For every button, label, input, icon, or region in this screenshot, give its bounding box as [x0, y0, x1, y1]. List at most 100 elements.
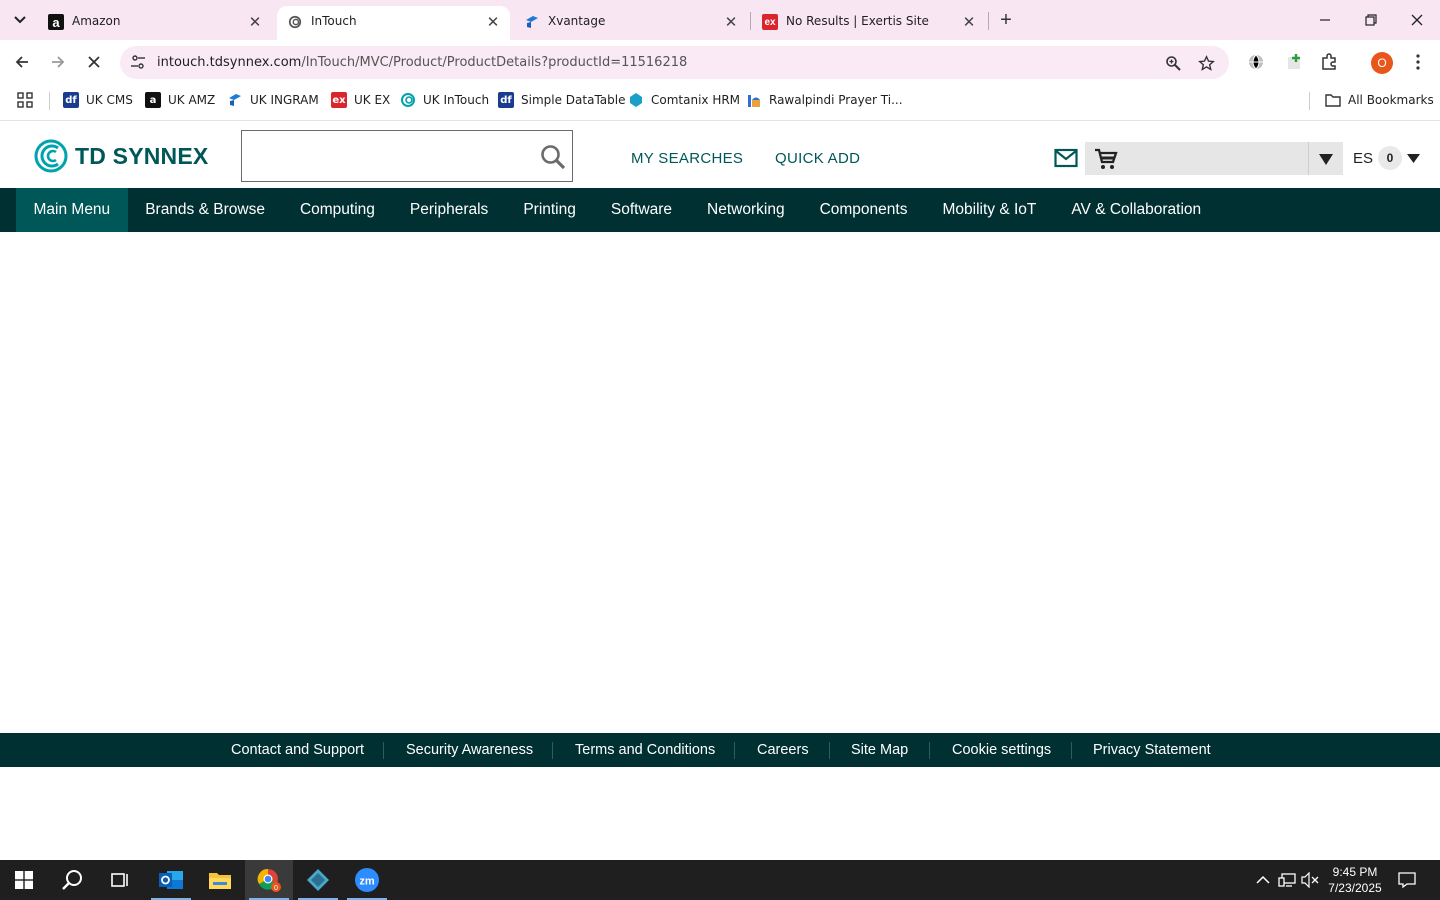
bookmark-uk-amz[interactable]: a UK AMZ [145, 91, 215, 109]
footer-site-map[interactable]: Site Map [851, 742, 908, 758]
restore-button[interactable] [1359, 8, 1383, 32]
tab-xvantage[interactable]: Xvantage ✕ [514, 6, 748, 40]
nav-networking[interactable]: Networking [690, 188, 803, 232]
tab-exertis[interactable]: ex No Results | Exertis Site ✕ [752, 6, 986, 40]
minimize-button[interactable] [1313, 8, 1337, 32]
bookmark-comtanix-hrm[interactable]: Comtanix HRM [628, 91, 740, 109]
apps-grid-icon[interactable] [17, 91, 33, 109]
all-bookmarks-folder[interactable]: All Bookmarks [1325, 91, 1434, 109]
volume-muted-icon[interactable] [1300, 870, 1320, 890]
site-footer: Contact and Support Security Awareness T… [0, 733, 1440, 767]
footer-careers[interactable]: Careers [757, 742, 809, 758]
translate-globe-icon[interactable] [1244, 50, 1268, 74]
exertis-icon: ex [762, 14, 778, 30]
start-button[interactable] [0, 860, 48, 900]
show-hidden-icons[interactable] [1253, 870, 1273, 890]
footer-separator [383, 742, 384, 759]
task-view-button[interactable] [96, 860, 144, 900]
new-tab-button[interactable]: + [995, 9, 1017, 31]
nav-computing[interactable]: Computing [282, 188, 392, 232]
taskbar-file-explorer[interactable] [196, 860, 244, 900]
close-icon [1411, 14, 1423, 26]
more-menu-icon[interactable] [1406, 50, 1430, 74]
profile-avatar[interactable]: O [1371, 52, 1393, 74]
bookmark-star-icon[interactable] [1194, 51, 1218, 75]
xvantage-icon [524, 14, 540, 30]
url-path: /InTouch/MVC/Product/ProductDetails?prod… [301, 55, 688, 70]
footer-cookie-settings[interactable]: Cookie settings [952, 742, 1051, 758]
taskbar-zoom[interactable]: zm [343, 860, 391, 900]
footer-contact-support[interactable]: Contact and Support [231, 742, 364, 758]
search-icon[interactable] [540, 144, 566, 170]
footer-security-awareness[interactable]: Security Awareness [406, 742, 533, 758]
mail-icon[interactable] [1054, 148, 1078, 168]
df-icon: df [63, 92, 79, 108]
nav-components[interactable]: Components [802, 188, 925, 232]
notification-count-badge[interactable]: 0 [1378, 146, 1402, 170]
taskbar-search-button[interactable] [48, 860, 96, 900]
quick-add-link[interactable]: QUICK ADD [775, 150, 860, 167]
user-initials[interactable]: ES [1353, 150, 1373, 167]
close-tab-icon[interactable]: ✕ [246, 13, 264, 31]
td-synnex-logo[interactable]: TD SYNNEX [34, 139, 208, 173]
tab-amazon[interactable]: a Amazon ✕ [38, 6, 272, 40]
footer-privacy-statement[interactable]: Privacy Statement [1093, 742, 1211, 758]
bookmark-uk-intouch[interactable]: UK InTouch [400, 91, 489, 109]
page-content-area [0, 232, 1440, 733]
comtanix-icon [628, 92, 644, 108]
stop-loading-button[interactable] [81, 49, 107, 75]
bookmarks-bar: df UK CMS a UK AMZ UK INGRAM ex UK EX UK In… [0, 84, 1440, 116]
footer-terms-conditions[interactable]: Terms and Conditions [575, 742, 715, 758]
nav-mobility-iot[interactable]: Mobility & IoT [925, 188, 1054, 232]
bookmark-uk-ex[interactable]: ex UK EX [331, 91, 390, 109]
clock-time: 9:45 PM [1332, 865, 1378, 879]
taskbar-app[interactable] [294, 860, 342, 900]
bookmark-uk-ingram[interactable]: UK INGRAM [227, 91, 319, 109]
zoom-icon[interactable] [1161, 51, 1185, 75]
close-tab-icon[interactable]: ✕ [722, 13, 740, 31]
tab-search-button[interactable] [6, 7, 34, 33]
nav-peripherals[interactable]: Peripherals [392, 188, 505, 232]
footer-separator [552, 742, 553, 759]
windows-logo-icon [15, 871, 33, 889]
extensions-puzzle-icon[interactable] [1317, 50, 1341, 74]
task-view-icon [111, 873, 128, 887]
arrow-right-icon [52, 56, 65, 68]
bookmark-rawalpindi-prayer[interactable]: Rawalpindi Prayer Ti... [746, 91, 903, 109]
nav-printing[interactable]: Printing [506, 188, 594, 232]
bookmark-simple-datatable[interactable]: df Simple DataTable [498, 91, 625, 109]
product-search [241, 130, 573, 182]
footer-separator [1071, 742, 1072, 759]
logo-text: TD SYNNEX [75, 142, 209, 169]
chrome-icon: 0 [257, 868, 281, 892]
footer-separator [929, 742, 930, 759]
search-input[interactable] [250, 141, 530, 171]
action-center-icon[interactable] [1397, 870, 1417, 890]
nav-software[interactable]: Software [593, 188, 689, 232]
my-searches-link[interactable]: MY SEARCHES [631, 150, 743, 167]
network-icon[interactable] [1277, 870, 1297, 890]
site-settings-icon[interactable] [127, 51, 149, 73]
cart-dropdown-icon[interactable] [1317, 151, 1335, 167]
extension-plus-icon[interactable] [1282, 50, 1306, 74]
taskbar-chrome[interactable]: 0 [245, 860, 293, 900]
user-dropdown-icon[interactable] [1407, 154, 1420, 163]
amazon-icon: a [48, 14, 64, 30]
tab-separator [750, 12, 751, 30]
back-button[interactable] [9, 49, 35, 75]
tab-intouch[interactable]: InTouch ✕ [277, 6, 510, 40]
taskbar-outlook[interactable] [147, 860, 195, 900]
bookmark-uk-cms[interactable]: df UK CMS [63, 91, 133, 109]
system-clock[interactable]: 9:45 PM 7/23/2025 [1322, 864, 1388, 896]
close-tab-icon[interactable]: ✕ [960, 13, 978, 31]
cart-bar[interactable] [1085, 142, 1343, 175]
close-icon [88, 56, 100, 68]
url-text: intouch.tdsynnex.com/InTouch/MVC/Product… [157, 55, 687, 70]
address-bar[interactable]: intouch.tdsynnex.com/InTouch/MVC/Product… [120, 46, 1229, 79]
nav-av-collaboration[interactable]: AV & Collaboration [1054, 188, 1219, 232]
close-tab-icon[interactable]: ✕ [484, 13, 502, 31]
forward-button[interactable] [45, 49, 71, 75]
nav-main-menu[interactable]: Main Menu [16, 188, 128, 232]
nav-brands-browse[interactable]: Brands & Browse [128, 188, 283, 232]
close-window-button[interactable] [1405, 8, 1429, 32]
